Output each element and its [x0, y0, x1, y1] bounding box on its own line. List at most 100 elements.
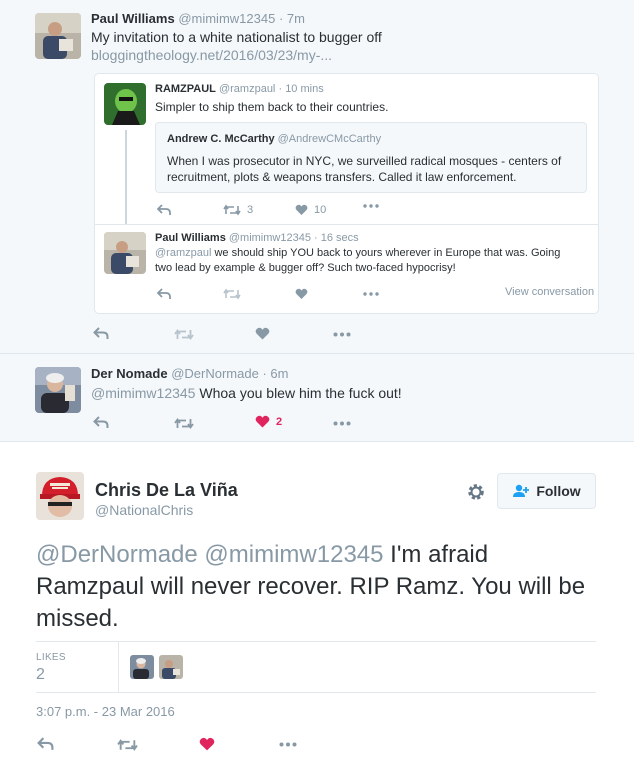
tweet-link[interactable]: bloggingtheology.net/2016/03/23/my-... — [91, 46, 332, 64]
retweet-button[interactable] — [223, 288, 241, 300]
author-name[interactable]: Chris De La Viña — [95, 480, 238, 501]
author-handle[interactable]: @ramzpaul — [219, 83, 275, 95]
like-button[interactable]: 2 — [255, 415, 282, 428]
author-name[interactable]: RAMZPAUL — [155, 83, 216, 95]
tweet-timestamp[interactable]: 3:07 p.m. - 23 Mar 2016 — [36, 704, 175, 719]
expanded-tweet: Chris De La Viña @NationalChris Follow @… — [0, 442, 634, 758]
retweet-button[interactable] — [174, 417, 194, 430]
tweet-time[interactable]: 7m — [287, 11, 305, 26]
view-conversation-link[interactable]: View conversation — [505, 286, 594, 298]
divider — [118, 642, 119, 692]
tweet-text: When I was prosecutor in NYC, we surveil… — [167, 154, 562, 184]
tweet-header: Andrew C. McCarthy @AndrewCMcCarthy — [167, 133, 381, 145]
tweet-text: @mimimw12345 Whoa you blew him the fuck … — [91, 384, 402, 402]
separator: · — [314, 232, 318, 244]
more-button[interactable] — [363, 204, 379, 208]
retweet-button[interactable] — [174, 328, 194, 341]
separator: · — [278, 11, 284, 26]
tweet-header: Paul Williams @mimimw12345 · 7m — [91, 11, 305, 26]
reply-icon — [157, 288, 171, 299]
retweet-icon — [223, 288, 241, 300]
avatar[interactable] — [104, 83, 146, 125]
mention-link[interactable]: @mimimw12345 — [204, 541, 383, 568]
like-count: 10 — [314, 204, 327, 216]
more-icon — [333, 332, 351, 337]
tweet-time[interactable]: 6m — [270, 366, 288, 381]
gear-icon — [468, 484, 484, 500]
like-button[interactable] — [295, 288, 308, 300]
quoted-tweet[interactable]: Andrew C. McCarthy @AndrewCMcCarthy When… — [155, 122, 587, 193]
avatar[interactable] — [36, 472, 84, 520]
tweet-stats: LIKES 2 — [36, 641, 596, 693]
likes-label: LIKES — [36, 652, 66, 663]
tweet-time[interactable]: 16 secs — [321, 232, 359, 244]
retweet-icon — [223, 204, 241, 216]
like-icon — [295, 288, 308, 299]
author-handle[interactable]: @mimimw12345 — [178, 11, 275, 26]
like-button[interactable]: 10 — [295, 204, 326, 216]
tweet-text: @DerNormade @mimimw12345 I'm afraid Ramz… — [36, 539, 596, 635]
author-name[interactable]: Paul Williams — [155, 232, 226, 244]
avatar[interactable] — [35, 13, 81, 59]
conversation-thread: Paul Williams @mimimw12345 · 7m My invit… — [0, 0, 634, 442]
tweet-header: Paul Williams @mimimw12345 · 16 secs — [155, 232, 359, 244]
tweet-der-nomade[interactable]: Der Nomade @DerNormade · 6m @mimimw12345… — [0, 354, 634, 442]
reply-icon — [93, 327, 109, 339]
like-button[interactable] — [199, 737, 215, 751]
reply-button[interactable] — [93, 416, 109, 429]
separator: · — [278, 83, 283, 95]
like-button[interactable] — [255, 327, 270, 340]
more-icon — [363, 204, 379, 208]
like-icon — [255, 415, 270, 428]
avatar[interactable] — [104, 232, 146, 274]
like-icon — [255, 327, 270, 340]
more-button[interactable] — [333, 332, 351, 337]
retweet-button[interactable]: 3 — [223, 204, 253, 216]
tweet-text: @ramzpaul we should ship YOU back to you… — [155, 246, 575, 276]
reply-button[interactable] — [93, 327, 109, 340]
retweet-icon — [174, 328, 194, 341]
tweet-header: Der Nomade @DerNormade · 6m — [91, 366, 288, 381]
tweet-text: Simpler to ship them back to their count… — [155, 100, 389, 114]
author-handle[interactable]: @mimimw12345 — [229, 232, 311, 244]
follow-button[interactable]: Follow — [497, 473, 596, 509]
reply-button[interactable] — [157, 288, 171, 300]
quoted-conversation[interactable]: RAMZPAUL @ramzpaul · 10 mins Simpler to … — [94, 73, 599, 314]
retweet-icon — [174, 417, 194, 430]
reply-button[interactable] — [37, 737, 54, 751]
tweet-header: RAMZPAUL @ramzpaul · 10 mins — [155, 83, 324, 95]
like-count: 2 — [276, 415, 283, 428]
liker-avatar[interactable] — [130, 655, 154, 679]
likes-count[interactable]: 2 — [36, 666, 45, 684]
mention-link[interactable]: @DerNormade — [36, 541, 198, 568]
tweet-text: My invitation to a white nationalist to … — [91, 29, 382, 45]
like-icon — [295, 204, 308, 215]
tweet-text-body: we should ship YOU back to yours whereve… — [155, 247, 561, 274]
reply-icon — [37, 737, 54, 750]
avatar[interactable] — [35, 367, 81, 413]
like-icon — [199, 737, 215, 751]
mention-link[interactable]: @ramzpaul — [155, 247, 211, 259]
gear-button[interactable] — [466, 482, 486, 507]
tweet-paul-williams[interactable]: Paul Williams @mimimw12345 · 7m My invit… — [0, 0, 634, 354]
author-handle[interactable]: @DerNormade — [171, 366, 259, 381]
retweet-icon — [117, 739, 138, 751]
liker-avatar[interactable] — [159, 655, 183, 679]
author-handle[interactable]: @AndrewCMcCarthy — [278, 133, 381, 145]
reply-button[interactable] — [157, 204, 171, 216]
tweet-time[interactable]: 10 mins — [285, 83, 324, 95]
more-icon — [363, 292, 379, 296]
author-name[interactable]: Andrew C. McCarthy — [167, 133, 275, 145]
mention-link[interactable]: @mimimw12345 — [91, 385, 195, 401]
more-button[interactable] — [279, 742, 297, 747]
retweet-button[interactable] — [117, 738, 138, 752]
author-name[interactable]: Der Nomade — [91, 366, 168, 381]
more-button[interactable] — [363, 292, 379, 296]
more-icon — [279, 742, 297, 747]
separator: · — [262, 366, 267, 381]
more-icon — [333, 421, 351, 426]
more-button[interactable] — [333, 421, 351, 426]
author-handle[interactable]: @NationalChris — [95, 502, 193, 518]
author-name[interactable]: Paul Williams — [91, 11, 175, 26]
follow-user-icon — [513, 484, 530, 497]
